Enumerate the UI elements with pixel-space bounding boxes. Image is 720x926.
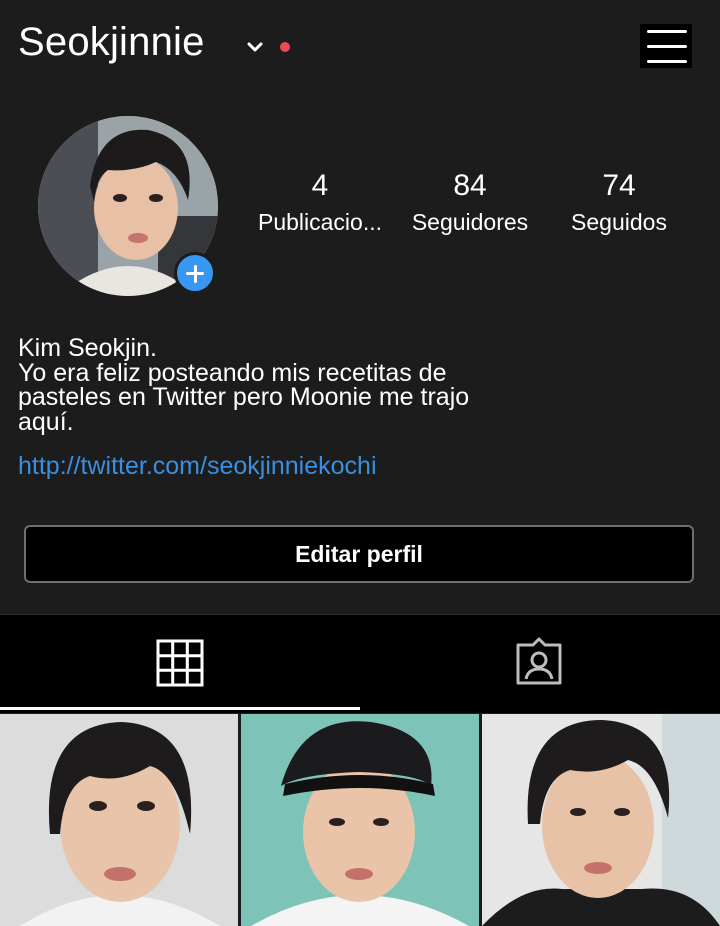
stat-following[interactable]: 74 Seguidos (556, 168, 682, 236)
bio-line: Kim Seokjin. (18, 334, 157, 362)
post-thumbnail[interactable] (241, 714, 479, 926)
active-tab-indicator (0, 707, 360, 710)
menu-line (647, 60, 687, 63)
profile-header: Seokjinnie (0, 0, 720, 90)
grid-icon (156, 639, 204, 687)
chevron-down-icon[interactable] (244, 38, 266, 56)
following-label: Seguidos (571, 209, 667, 235)
followers-count: 84 (453, 169, 487, 202)
post-thumbnail[interactable] (482, 714, 720, 926)
bio-line: aquí. (18, 407, 74, 436)
stat-followers[interactable]: 84 Seguidores (404, 168, 536, 236)
profile-avatar[interactable] (38, 116, 220, 298)
tab-posts-grid[interactable] (0, 615, 360, 713)
bio-line: Yo era feliz posteando mis recetitas de (18, 358, 447, 387)
notification-dot (280, 42, 290, 52)
tab-tagged[interactable] (360, 615, 720, 713)
username-title[interactable]: Seokjinnie (18, 20, 205, 65)
posts-count: 4 (311, 169, 329, 202)
menu-button[interactable] (640, 24, 692, 68)
menu-line (647, 45, 687, 48)
profile-bio: Kim Seokjin. Yo era feliz posteando mis … (18, 336, 578, 434)
profile-tabs (0, 614, 720, 713)
add-story-button[interactable] (174, 252, 216, 294)
following-count: 74 (602, 169, 636, 202)
followers-label: Seguidores (411, 209, 529, 235)
stat-posts[interactable]: 4 Publicacio... (250, 168, 390, 236)
bio-line: pasteles en Twitter pero Moonie me trajo (18, 383, 470, 411)
tagged-person-icon (516, 637, 562, 685)
edit-profile-button[interactable]: Editar perfil (24, 525, 694, 583)
posts-grid (0, 714, 720, 926)
menu-line (647, 30, 687, 33)
profile-website-link[interactable]: http://twitter.com/seokjinniekochi (18, 452, 377, 481)
post-thumbnail[interactable] (0, 714, 238, 926)
posts-label: Publicacio... (257, 209, 382, 235)
